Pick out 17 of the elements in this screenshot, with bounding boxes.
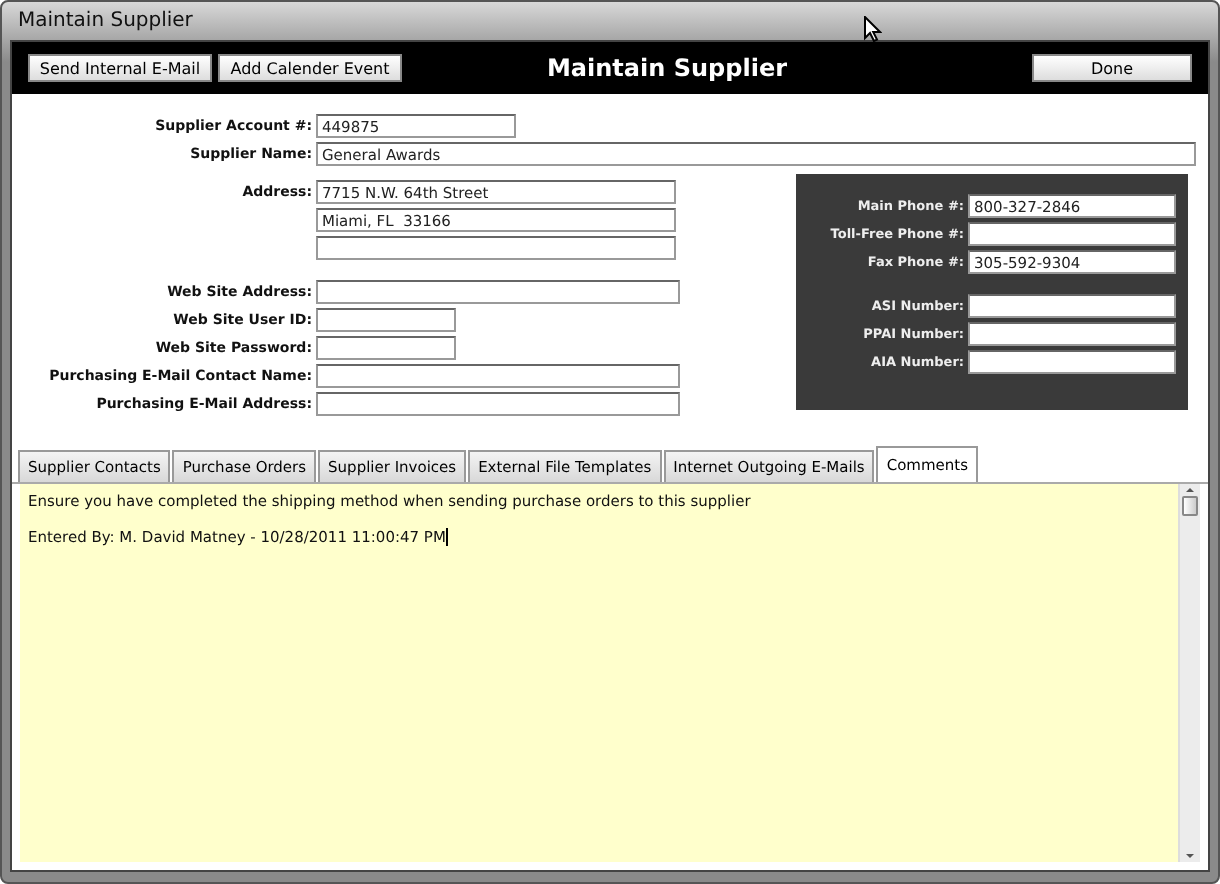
input-field[interactable] xyxy=(316,364,680,388)
input-field[interactable] xyxy=(968,222,1176,246)
header-button[interactable]: Add Calender Event xyxy=(218,54,402,82)
form-title: Maintain Supplier xyxy=(544,54,789,82)
scroll-down-icon[interactable] xyxy=(1184,850,1196,862)
input-field[interactable] xyxy=(316,308,456,332)
scroll-thumb[interactable] xyxy=(1182,496,1198,516)
input-field[interactable] xyxy=(316,280,680,304)
input-field[interactable] xyxy=(316,336,456,360)
window-title: Maintain Supplier xyxy=(16,8,193,36)
input-field[interactable] xyxy=(968,350,1176,374)
header-button[interactable]: Send Internal E-Mail xyxy=(28,54,212,82)
input-field[interactable] xyxy=(968,322,1176,346)
input-field[interactable] xyxy=(968,294,1176,318)
input-field[interactable] xyxy=(316,236,676,260)
input-field[interactable] xyxy=(316,392,680,416)
done-button[interactable]: Done xyxy=(1032,54,1192,82)
